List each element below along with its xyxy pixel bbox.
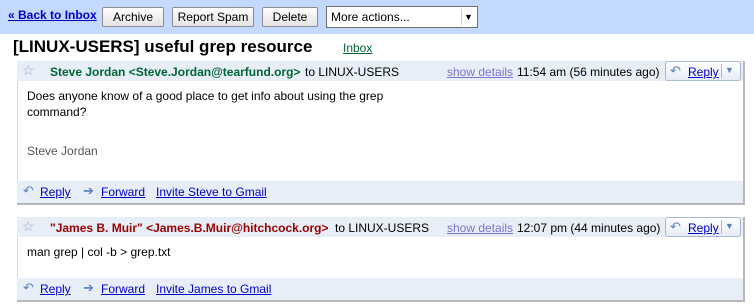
dropdown-arrow-icon: ▼ [461,9,475,25]
report-spam-button[interactable]: Report Spam [172,7,254,27]
message-timestamp: 11:54 am (56 minutes ago) [517,65,660,79]
delete-button[interactable]: Delete [262,7,318,27]
recipient-text: to LINUX-USERS [335,221,430,235]
invite-to-gmail-link[interactable]: Invite James to Gmail [156,282,271,296]
message-header[interactable]: ☆ "James B. Muir" <James.B.Muir@hitchcoc… [17,217,743,237]
more-actions-value: More actions... [331,10,410,24]
forward-arrow-icon: ➔ [83,280,94,295]
reply-split-button[interactable]: ↶ Reply ▼ [665,61,741,81]
dropdown-arrow-icon[interactable]: ▼ [725,65,734,75]
reply-split-button[interactable]: ↶ Reply ▼ [665,217,741,237]
message-toolbar: « Back to Inbox Archive Report Spam Dele… [0,0,754,34]
message-body-line: man grep | col -b > grep.txt [27,245,171,259]
conversation-subject: [LINUX-USERS] useful grep resource [13,37,313,56]
show-details-link[interactable]: show details [447,221,513,235]
message-card: ☆ "James B. Muir" <James.B.Muir@hitchcoc… [17,217,745,302]
reply-button-label[interactable]: Reply [688,65,719,79]
archive-button[interactable]: Archive [102,7,164,27]
show-details-link[interactable]: show details [447,65,513,79]
footer-reply-link[interactable]: Reply [40,282,71,296]
message-timestamp: 12:07 pm (44 minutes ago) [517,221,661,235]
star-icon[interactable]: ☆ [22,218,35,235]
message-body-line: command? [27,105,87,119]
message-footer: ↶ Reply ➔ Forward Invite Steve to Gmail [17,181,743,203]
message-footer: ↶ Reply ➔ Forward Invite James to Gmail [17,278,743,300]
recipient-text: to LINUX-USERS [305,65,400,79]
invite-to-gmail-link[interactable]: Invite Steve to Gmail [156,185,267,199]
message-header[interactable]: ☆ Steve Jordan <Steve.Jordan@tearfund.or… [17,61,743,81]
footer-forward-link[interactable]: Forward [101,185,145,199]
footer-reply-link[interactable]: Reply [40,185,71,199]
reply-arrow-icon: ↶ [23,280,34,295]
forward-arrow-icon: ➔ [83,183,94,198]
back-to-inbox-link[interactable]: « Back to Inbox [8,8,97,22]
inbox-label-link[interactable]: Inbox [343,41,372,55]
message-body-line: Does anyone know of a good place to get … [27,89,384,103]
message-card: ☆ Steve Jordan <Steve.Jordan@tearfund.or… [17,61,745,205]
dropdown-arrow-icon[interactable]: ▼ [725,221,734,231]
reply-arrow-icon: ↶ [23,183,34,198]
reply-arrow-icon: ↶ [670,219,681,234]
sender-name[interactable]: Steve Jordan <Steve.Jordan@tearfund.org> [50,65,300,79]
signature: Steve Jordan [27,144,98,158]
reply-button-label[interactable]: Reply [688,221,719,235]
sender-name[interactable]: "James B. Muir" <James.B.Muir@hitchcock.… [50,221,329,235]
star-icon[interactable]: ☆ [22,62,35,79]
reply-arrow-icon: ↶ [670,63,681,78]
footer-forward-link[interactable]: Forward [101,282,145,296]
more-actions-select[interactable]: More actions... ▼ [326,6,478,28]
